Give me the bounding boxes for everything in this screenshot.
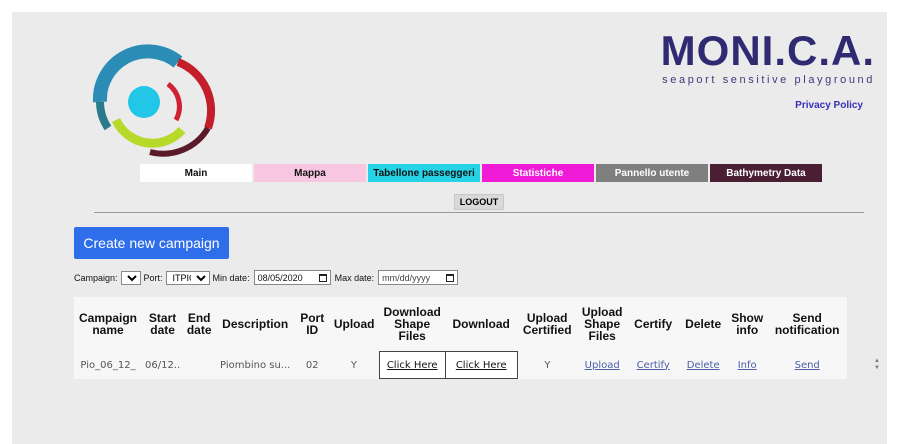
brand: MONI.C.A. seaport sensitive playground (660, 27, 875, 87)
header-upload-certified: Upload Certified (522, 311, 572, 338)
header-end-date: End date (186, 311, 212, 338)
calendar-icon[interactable] (446, 273, 455, 282)
logout-button[interactable]: LOGOUT (454, 194, 504, 210)
campaign-label: Campaign: (74, 272, 118, 283)
nav-mappa[interactable]: Mappa (254, 164, 366, 182)
cell-delete: Delete (679, 352, 727, 379)
divider (94, 212, 864, 213)
max-date-label: Max date: (334, 272, 375, 283)
download-link[interactable]: Click Here (456, 360, 507, 371)
cell-download-shape: Click Here (378, 351, 446, 379)
nav-pannello-utente[interactable]: Pannello utente (596, 164, 708, 182)
main-nav: Main Mappa Tabellone passeggeri Statisti… (140, 164, 824, 182)
cell-info: Info (727, 352, 767, 379)
header-show-info: Show info (731, 311, 764, 338)
header-start-date: Start date (148, 311, 177, 338)
min-date-input[interactable]: 08/05/2020 (253, 270, 331, 285)
create-campaign-button[interactable]: Create new campaign (74, 227, 229, 259)
cell-end-date (183, 352, 215, 379)
header-download-shape-files: Download Shape Files (383, 305, 441, 343)
campaign-select[interactable] (120, 270, 141, 285)
send-link[interactable]: Send (795, 360, 820, 371)
campaign-table: Campaign name Start date End date Descri… (74, 297, 848, 379)
header-description: Description (222, 317, 289, 332)
monica-logo-icon (92, 44, 216, 157)
info-link[interactable]: Info (738, 360, 757, 371)
nav-tabellone-passeggeri[interactable]: Tabellone passeggeri (368, 164, 480, 182)
cell-campaign-name: Pio_06_12_ (80, 359, 136, 371)
header-send-notification: Send notification (774, 311, 840, 338)
calendar-icon[interactable] (318, 273, 327, 282)
certify-link[interactable]: Certify (637, 360, 670, 371)
brand-title: MONI.C.A. (660, 27, 875, 74)
cell-port-id: 02 (305, 359, 319, 371)
cell-upload-certified: Y (544, 359, 551, 371)
cell-upload-shape: Upload (577, 352, 627, 379)
header-campaign-name: Campaign name (78, 311, 137, 338)
filter-bar: Campaign: Port: ITPIO Min date: 08/05/20… (74, 270, 462, 285)
cell-certify: Certify (627, 352, 679, 379)
max-date-input[interactable]: mm/dd/yyyy (378, 270, 459, 285)
header-upload: Upload (333, 317, 375, 332)
header-download: Download (452, 317, 510, 331)
download-shape-link[interactable]: Click Here (387, 360, 438, 371)
table-header-row: Campaign name Start date End date Descri… (74, 297, 847, 352)
cell-send: Send (767, 352, 847, 379)
max-date-value: mm/dd/yyyy (382, 272, 431, 283)
upload-shape-link[interactable]: Upload (585, 360, 620, 371)
nav-main[interactable]: Main (140, 164, 252, 182)
header-delete: Delete (685, 317, 722, 332)
cell-start-date: 06/12.. (145, 359, 181, 371)
scrollbar[interactable]: ▲ ▼ (874, 358, 880, 372)
page: MONI.C.A. seaport sensitive playground P… (12, 12, 887, 444)
nav-statistiche[interactable]: Statistiche (482, 164, 594, 182)
min-date-label: Min date: (212, 272, 250, 283)
header-port-id: Port ID (300, 311, 325, 338)
port-select[interactable]: ITPIO (165, 270, 210, 285)
header-certify: Certify (634, 317, 673, 332)
table-row: Pio_06_12_ 06/12.. Piombino su... 02 Y C… (74, 351, 847, 379)
cell-download: Click Here (444, 351, 518, 379)
cell-upload: Y (350, 359, 357, 371)
brand-subtitle: seaport sensitive playground (662, 74, 875, 86)
privacy-policy-link[interactable]: Privacy Policy (795, 100, 863, 111)
min-date-value: 08/05/2020 (257, 272, 303, 283)
port-label: Port: (143, 272, 163, 283)
nav-bathymetry-data[interactable]: Bathymetry Data (710, 164, 822, 182)
cell-description: Piombino su... (220, 359, 291, 371)
delete-link[interactable]: Delete (687, 360, 720, 371)
header-upload-shape-files: Upload Shape Files (581, 305, 623, 344)
